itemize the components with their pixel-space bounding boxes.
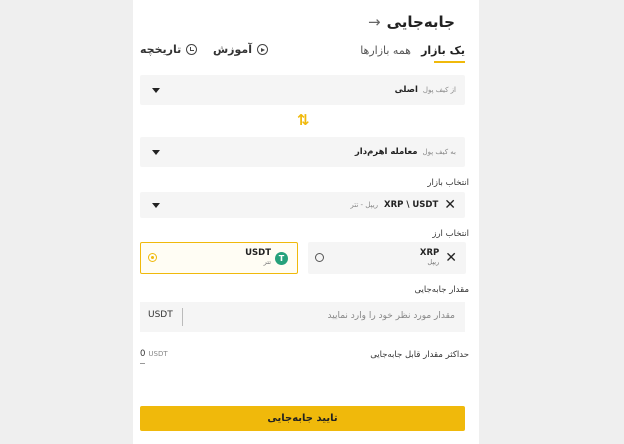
clock-history-icon: [186, 44, 198, 55]
max-transfer-value[interactable]: 0 USDT: [140, 349, 168, 359]
page-header: جابه‌جایی →: [368, 13, 455, 31]
xrp-coin-icon: ✕: [444, 197, 456, 213]
usdt-name: تتر: [263, 258, 271, 267]
xrp-name: ریپل: [427, 258, 440, 267]
history-label: تاریخچه: [140, 43, 182, 56]
swap-arrows-icon[interactable]: ⇅: [297, 111, 310, 129]
currency-option-usdt[interactable]: T USDT تتر: [140, 242, 298, 274]
play-icon: [257, 44, 268, 55]
tutorial-label: آموزش: [213, 43, 252, 56]
max-transfer-label: حداکثر مقدار قابل جابه‌جایی: [370, 350, 469, 360]
market-pair-name: ریپل - تتر: [350, 201, 379, 209]
currency-section-label: انتخاب ارز: [432, 229, 469, 239]
currency-option-xrp[interactable]: ✕ XRP ریپل: [308, 242, 466, 274]
from-wallet-value: اصلی: [394, 85, 418, 95]
amount-unit: USDT: [148, 310, 173, 320]
from-wallet-label: از کیف پول: [422, 86, 456, 94]
max-transfer-unit: USDT: [148, 350, 168, 358]
to-wallet-select[interactable]: به کیف پول معامله اهرم‌دار: [140, 137, 465, 167]
to-wallet-value: معامله اهرم‌دار: [354, 147, 418, 157]
active-tab-indicator: [434, 61, 465, 63]
radio-unselected[interactable]: [315, 253, 324, 262]
usdt-text: USDT تتر: [245, 249, 271, 267]
max-underline: [140, 363, 145, 364]
page-title: جابه‌جایی: [386, 13, 455, 31]
chevron-down-icon: [152, 203, 160, 208]
amount-divider: [182, 308, 183, 326]
from-wallet-select[interactable]: از کیف پول اصلی: [140, 75, 465, 105]
market-pair-code: XRP \ USDT: [384, 200, 439, 210]
transfer-panel: جابه‌جایی → یک بازار همه بازارها آموزش ت…: [133, 0, 479, 444]
tether-icon: T: [275, 251, 288, 265]
chevron-down-icon: [152, 150, 160, 155]
tutorial-link[interactable]: آموزش: [213, 43, 268, 56]
amount-input[interactable]: مقدار مورد نظر خود را وارد نمایید USDT: [140, 302, 465, 332]
back-arrow-icon[interactable]: →: [368, 13, 381, 31]
amount-section-label: مقدار جابه‌جایی: [414, 285, 469, 295]
tab-all-markets[interactable]: همه بازارها: [360, 44, 411, 57]
confirm-transfer-button[interactable]: تایید جابه‌جایی: [140, 406, 465, 431]
tab-single-market[interactable]: یک بازار: [421, 44, 465, 57]
amount-placeholder: مقدار مورد نظر خود را وارد نمایید: [327, 311, 455, 321]
market-select[interactable]: ✕ XRP \ USDT ریپل - تتر: [140, 192, 465, 218]
radio-selected[interactable]: [148, 253, 157, 262]
history-link[interactable]: تاریخچه: [140, 43, 198, 56]
market-section-label: انتخاب بازار: [427, 178, 469, 188]
xrp-coin-icon: ✕: [445, 250, 457, 266]
chevron-down-icon: [152, 88, 160, 93]
xrp-text: XRP ریپل: [420, 249, 440, 267]
max-transfer-amount: 0: [140, 349, 146, 359]
to-wallet-label: به کیف پول: [422, 148, 457, 156]
